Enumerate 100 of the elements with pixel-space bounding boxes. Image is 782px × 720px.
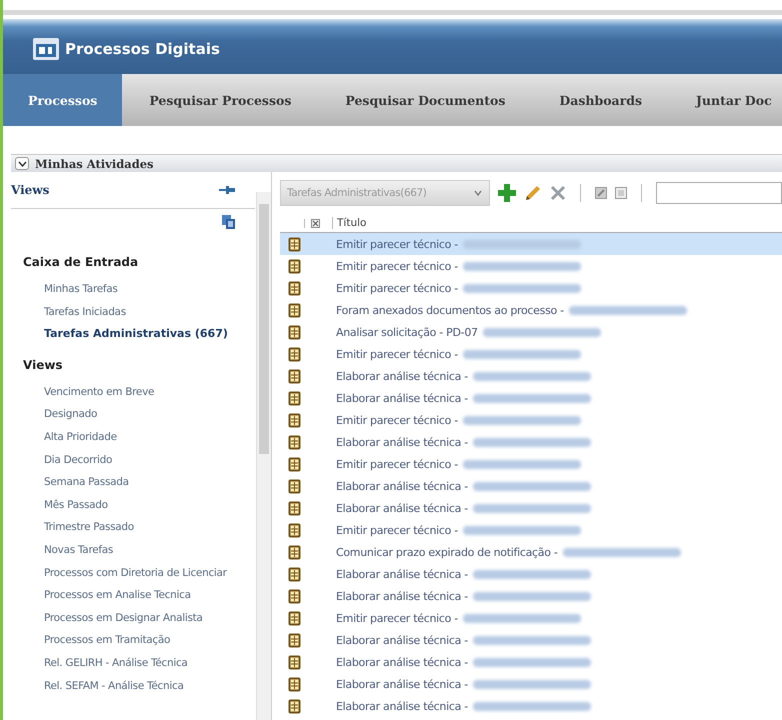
task-row[interactable]: Emitir parecer técnico - [280,453,782,475]
add-icon[interactable] [498,184,516,202]
dropdown-icon [473,189,483,197]
nav-tab[interactable]: Pesquisar Documentos [318,74,532,126]
task-icon [288,280,301,296]
task-row[interactable]: Elaborar análise técnica - [280,387,782,409]
task-title: Elaborar análise técnica - [336,634,468,646]
task-title: Elaborar análise técnica - [336,590,468,602]
task-row[interactable]: Comunicar prazo expirado de notificação - [280,541,782,563]
task-row[interactable]: Elaborar análise técnica - [280,365,782,387]
nav-tab[interactable]: Dashboards [532,74,669,126]
task-icon [288,346,301,362]
task-row[interactable]: Foram anexados documentos ao processo - [280,299,782,321]
task-icon [288,302,301,318]
view-link[interactable]: Processos com Diretoria de Licenciar [11,562,235,584]
task-row[interactable]: Emitir parecer técnico - [280,255,782,277]
task-icon [288,456,301,472]
view-link[interactable]: Processos em Designar Analista [11,606,235,630]
copy-icon[interactable] [222,215,235,229]
view-link[interactable]: Dia Decorrido [11,448,235,472]
chevron-icon [18,160,26,166]
task-title: Emitir parecer técnico - [336,458,458,470]
task-row[interactable]: Elaborar análise técnica - [280,673,782,695]
task-title: Elaborar análise técnica - [336,392,468,404]
panel-title: Views [11,183,50,197]
task-title: Elaborar análise técnica - [336,370,468,382]
pencil-icon[interactable] [524,184,542,202]
task-title: Analisar solicitação - PD-07 [336,326,478,338]
task-icon [288,236,301,252]
task-title: Emitir parecer técnico - [336,524,458,536]
task-icon [288,500,301,516]
task-row[interactable]: Emitir parecer técnico - [280,607,782,629]
task-title: Elaborar análise técnica - [336,568,468,580]
task-title: Emitir parecer técnico - [336,260,458,272]
view-link[interactable]: Vencimento em Breve [11,380,235,404]
task-icon [288,522,301,538]
task-title: Emitir parecer técnico - [336,238,458,250]
nav-tab[interactable]: Pesquisar Processos [122,74,318,126]
view-link[interactable]: Semana Passada [11,471,235,494]
task-icon [288,632,301,648]
view-link[interactable]: Designado [11,403,235,426]
task-row[interactable]: Elaborar análise técnica - [280,497,782,519]
task-row[interactable]: Emitir parecer técnico - [280,409,782,431]
task-row[interactable]: Elaborar análise técnica - [280,651,782,673]
column-header[interactable]: Título [332,217,366,229]
view-link[interactable]: Mês Passado [11,494,235,516]
task-title: Comunicar prazo expirado de notificação - [336,546,558,558]
view-link[interactable]: Trimestre Passado [11,516,235,539]
nav-tab[interactable]: Juntar Doc [669,74,782,126]
task-row[interactable]: Elaborar análise técnica - [280,585,782,607]
task-title: Emitir parecer técnico - [336,282,458,294]
task-title: Elaborar análise técnica - [336,678,468,690]
section-title: Minhas Atividades [35,156,154,170]
task-row[interactable]: Emitir parecer técnico - [280,277,782,299]
task-icon [288,412,301,428]
task-row[interactable]: Elaborar análise técnica - [280,695,782,717]
task-icon [288,654,301,670]
task-row[interactable]: Elaborar análise técnica - [280,563,782,585]
task-title: Emitir parecer técnico - [336,612,458,624]
expand-icon[interactable] [595,187,607,199]
view-link[interactable]: Minhas Tarefas [11,278,235,301]
view-link[interactable]: Processos em Analise Tecnica [11,584,235,607]
view-link[interactable]: Tarefas Administrativas (667) [11,323,235,346]
nav-tab[interactable]: Processos [3,74,122,126]
task-icon [288,258,301,274]
task-icon [288,610,301,626]
task-title: Elaborar análise técnica - [336,656,468,668]
task-row[interactable]: Elaborar análise técnica - [280,431,782,453]
view-link[interactable]: Novas Tarefas [11,538,235,562]
task-icon [288,588,301,604]
view-link[interactable]: Rel. GELIRH - Análise Técnica [11,652,235,674]
task-row[interactable]: Emitir parecer técnico - [280,343,782,365]
task-title: Foram anexados documentos ao processo - [336,304,564,316]
pin-icon[interactable] [219,186,235,194]
collapse-toggle[interactable] [15,157,29,170]
app-title: Processos Digitais [65,40,220,58]
task-title: Elaborar análise técnica - [336,502,468,514]
view-link[interactable]: Rel. SEFAM - Análise Técnica [11,674,235,698]
task-icon [288,368,301,384]
task-icon [288,566,301,582]
task-row[interactable]: Analisar solicitação - PD-07 [280,321,782,343]
window-icon[interactable] [615,187,627,199]
task-row[interactable]: Elaborar análise técnica - [280,629,782,651]
view-link[interactable]: Tarefas Iniciadas [11,300,235,324]
logo-icon [33,38,59,60]
task-row[interactable]: Emitir parecer técnico - [280,519,782,541]
view-link[interactable]: Processos em Tramitação [11,629,235,652]
task-title: Elaborar análise técnica - [336,480,468,492]
task-title: Emitir parecer técnico - [336,348,458,360]
search-field[interactable] [656,182,782,204]
view-link[interactable]: Alta Prioridade [11,426,235,449]
task-icon [288,324,301,340]
task-title: Elaborar análise técnica - [336,436,468,448]
task-icon [288,544,301,560]
delete-icon[interactable] [550,185,566,201]
task-icon [288,478,301,494]
task-row[interactable]: Elaborar análise técnica - [280,475,782,497]
group-heading: Views [22,356,64,374]
scrollbar[interactable] [256,192,271,720]
task-row[interactable]: Emitir parecer técnico - [280,233,782,255]
